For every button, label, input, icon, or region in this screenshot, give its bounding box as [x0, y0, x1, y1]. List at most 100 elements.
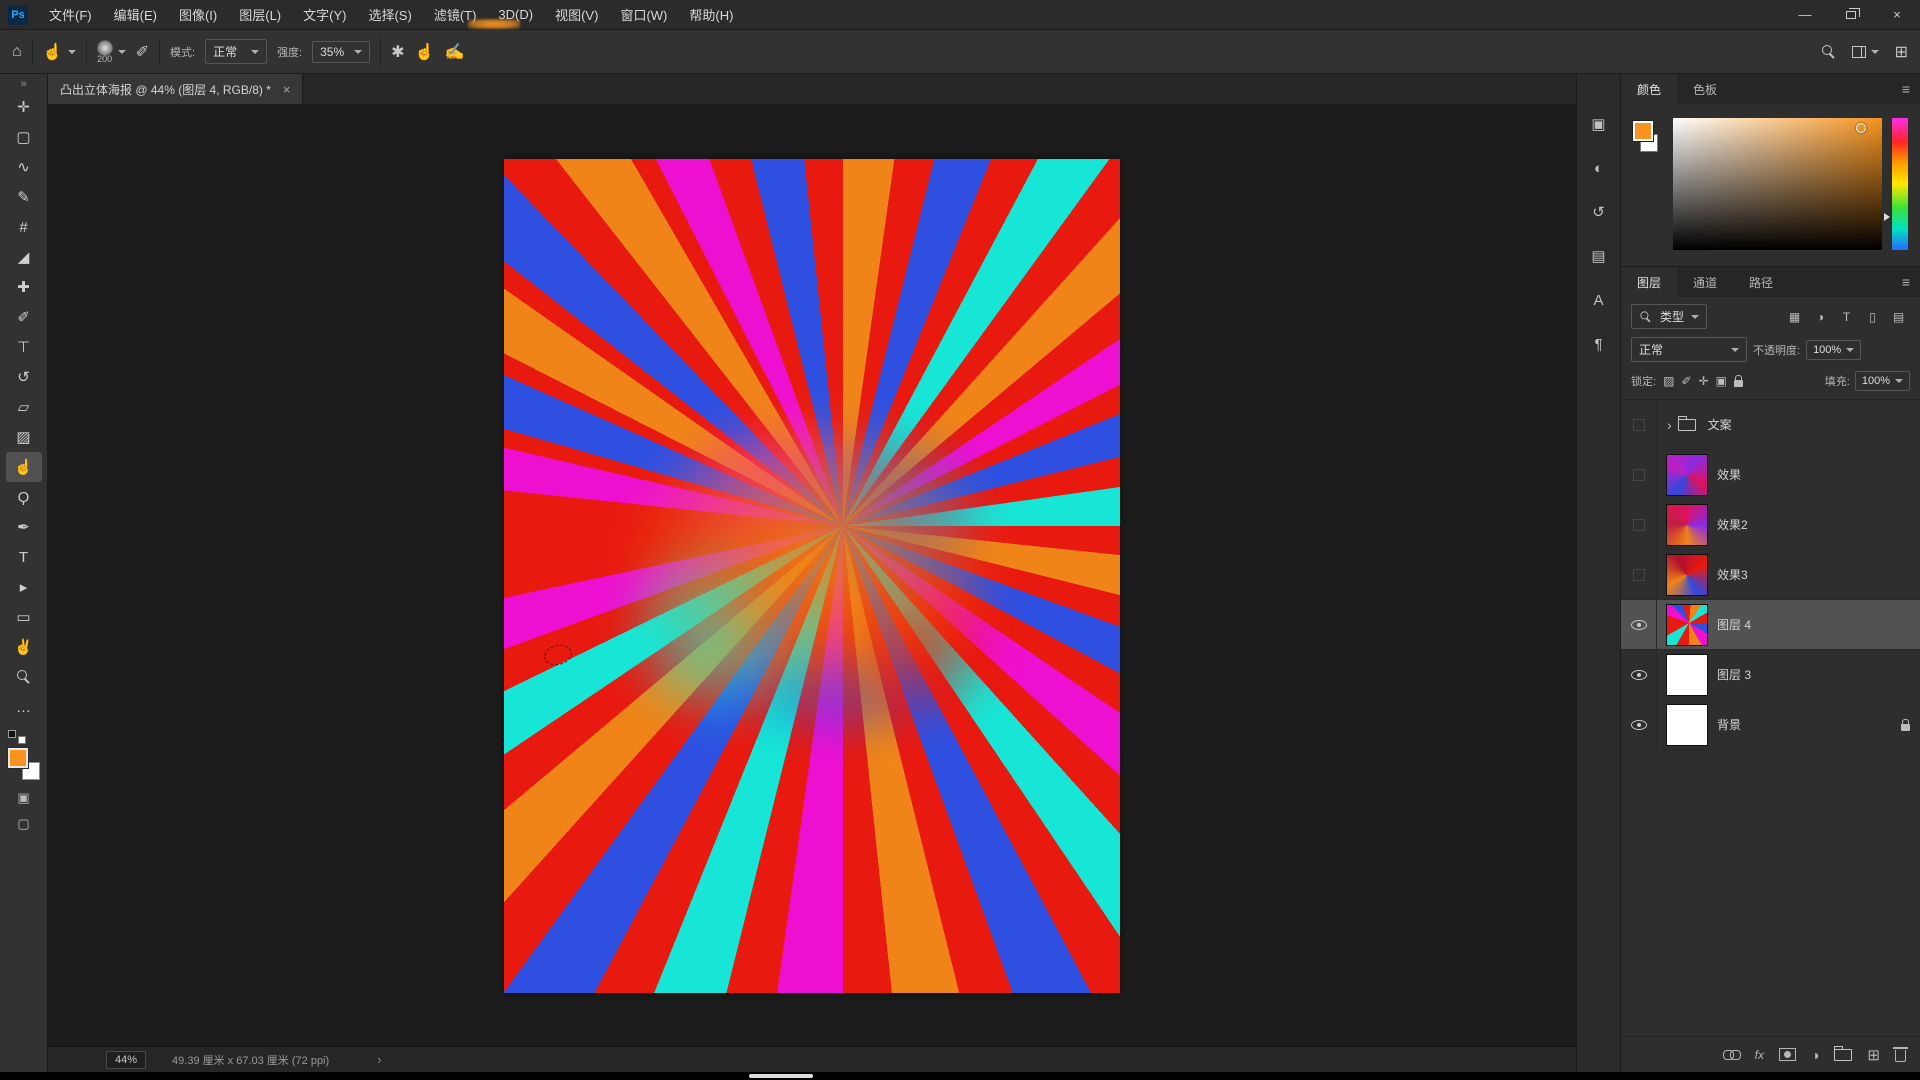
- marquee-tool[interactable]: ▢: [6, 122, 42, 152]
- color-picker-marker[interactable]: [1856, 123, 1866, 133]
- pen-tool[interactable]: ✒: [6, 512, 42, 542]
- group-expand-icon[interactable]: ›: [1667, 417, 1672, 433]
- brush-tool[interactable]: ✐: [6, 302, 42, 332]
- layer-row[interactable]: 效果2: [1621, 500, 1920, 550]
- layer-thumbnail[interactable]: [1667, 704, 1707, 745]
- visibility-toggle[interactable]: [1621, 450, 1657, 499]
- zoom-tool[interactable]: [6, 662, 42, 692]
- actions-panel-icon[interactable]: ▤: [1577, 234, 1620, 278]
- lasso-tool[interactable]: ∿: [6, 152, 42, 182]
- canvas[interactable]: [48, 104, 1576, 1046]
- tab-close-icon[interactable]: ×: [283, 82, 291, 97]
- shape-tool[interactable]: ▭: [6, 602, 42, 632]
- smudge-tool[interactable]: ☝: [5, 452, 42, 482]
- adjustments-panel-icon[interactable]: ◐: [1577, 146, 1620, 190]
- panel-menu-icon[interactable]: ≡: [1902, 74, 1920, 104]
- scrollbar-thumb[interactable]: [748, 1074, 813, 1078]
- history-brush-tool[interactable]: ↺: [6, 362, 42, 392]
- visibility-toggle[interactable]: [1621, 400, 1657, 449]
- quick-selection-tool[interactable]: ✎: [6, 182, 42, 212]
- saturation-brightness-field[interactable]: [1673, 118, 1882, 250]
- toolbar-collapse-icon[interactable]: »: [20, 76, 26, 92]
- crop-tool[interactable]: #: [6, 212, 42, 242]
- layer-thumbnail[interactable]: [1667, 604, 1707, 645]
- filter-pixel-icon[interactable]: ▦: [1783, 307, 1806, 327]
- menu-edit[interactable]: 编辑(E): [103, 0, 168, 29]
- menu-image[interactable]: 图像(I): [168, 0, 228, 29]
- search-icon[interactable]: [1821, 44, 1836, 59]
- menu-type[interactable]: 文字(Y): [292, 0, 357, 29]
- menu-file[interactable]: 文件(F): [38, 0, 103, 29]
- minimize-button[interactable]: —: [1782, 0, 1828, 29]
- lock-all-icon[interactable]: [1733, 375, 1743, 387]
- eraser-tool[interactable]: ▱: [6, 392, 42, 422]
- visibility-toggle[interactable]: [1621, 700, 1657, 749]
- screen-mode-icon[interactable]: ▢: [17, 816, 29, 832]
- layer-row-background[interactable]: 背景: [1621, 700, 1920, 750]
- layer-row[interactable]: 图层 3: [1621, 650, 1920, 700]
- gradient-tool[interactable]: ▨: [6, 422, 42, 452]
- foreground-background-swatches[interactable]: [6, 747, 40, 780]
- layer-style-icon[interactable]: fx: [1755, 1048, 1764, 1062]
- brush-settings-panel-icon[interactable]: ✐: [136, 42, 149, 62]
- status-chevron-icon[interactable]: ›: [377, 1052, 381, 1067]
- hue-slider-marker[interactable]: [1884, 213, 1890, 222]
- eyedropper-tool[interactable]: ◢: [6, 242, 42, 272]
- visibility-toggle[interactable]: [1621, 550, 1657, 599]
- document-image[interactable]: [504, 159, 1120, 993]
- visibility-toggle[interactable]: [1621, 500, 1657, 549]
- fill-select[interactable]: 100%: [1854, 371, 1910, 391]
- delete-layer-icon[interactable]: [1893, 1047, 1908, 1062]
- visibility-toggle[interactable]: [1621, 650, 1657, 699]
- lock-transparent-pixels-icon[interactable]: ▨: [1663, 374, 1674, 388]
- visibility-toggle[interactable]: [1621, 600, 1657, 649]
- hand-tool[interactable]: ✌: [6, 632, 42, 662]
- menu-select[interactable]: 选择(S): [357, 0, 422, 29]
- properties-panel-icon[interactable]: ▣: [1577, 102, 1620, 146]
- adjustment-layer-icon[interactable]: ◑: [1811, 1047, 1819, 1063]
- sample-all-layers-icon[interactable]: ✱: [391, 42, 404, 62]
- panel-menu-icon[interactable]: ≡: [1902, 267, 1920, 297]
- character-panel-icon[interactable]: A: [1577, 278, 1620, 322]
- arrange-documents-icon[interactable]: ⊞: [1895, 42, 1908, 62]
- document-tab[interactable]: 凸出立体海报 @ 44% (图层 4, RGB/8) * ×: [48, 74, 304, 104]
- dodge-tool[interactable]: Ϙ: [6, 482, 42, 512]
- color-swatches-widget[interactable]: [1631, 118, 1663, 250]
- layer-thumbnail[interactable]: [1667, 504, 1707, 545]
- menu-view[interactable]: 视图(V): [544, 0, 609, 29]
- history-panel-icon[interactable]: ↺: [1577, 190, 1620, 234]
- layer-row-selected[interactable]: 图层 4: [1621, 600, 1920, 650]
- blend-mode-select[interactable]: 正常: [205, 39, 268, 64]
- tab-layers[interactable]: 图层: [1621, 267, 1678, 297]
- lock-artboard-icon[interactable]: ▣: [1716, 374, 1727, 388]
- link-layers-icon[interactable]: [1722, 1050, 1741, 1060]
- type-tool[interactable]: T: [6, 542, 42, 572]
- lock-position-icon[interactable]: ✛: [1698, 374, 1708, 388]
- layer-filter-select[interactable]: 类型: [1631, 304, 1708, 329]
- move-tool[interactable]: ✛: [6, 92, 42, 122]
- opacity-select[interactable]: 100%: [1806, 339, 1862, 360]
- clone-stamp-tool[interactable]: ⊤: [6, 332, 42, 362]
- menu-layer[interactable]: 图层(L): [228, 0, 292, 29]
- menu-help[interactable]: 帮助(H): [678, 0, 744, 29]
- brush-preset-picker[interactable]: 200: [96, 39, 126, 64]
- tab-channels[interactable]: 通道: [1677, 267, 1733, 297]
- new-group-icon[interactable]: [1834, 1045, 1853, 1061]
- strength-select[interactable]: 35%: [312, 40, 371, 63]
- more-tools[interactable]: …: [6, 692, 42, 722]
- path-selection-tool[interactable]: ▸: [6, 572, 42, 602]
- new-layer-icon[interactable]: ⊞: [1867, 1046, 1880, 1064]
- tab-paths[interactable]: 路径: [1733, 267, 1789, 297]
- tool-preset-picker[interactable]: ☝: [43, 42, 76, 62]
- menu-window[interactable]: 窗口(W): [609, 0, 678, 29]
- finger-painting-icon[interactable]: ☝: [415, 42, 435, 62]
- pressure-icon[interactable]: ✍: [444, 42, 464, 62]
- add-mask-icon[interactable]: [1778, 1048, 1796, 1061]
- layer-thumbnail[interactable]: [1667, 454, 1707, 495]
- quick-mask-icon[interactable]: ▣: [17, 790, 29, 806]
- filter-shape-icon[interactable]: ▯: [1861, 307, 1884, 327]
- layer-blend-mode-select[interactable]: 正常: [1631, 337, 1747, 362]
- layer-thumbnail[interactable]: [1667, 554, 1707, 595]
- foreground-color-swatch[interactable]: [6, 747, 29, 769]
- default-colors-icon[interactable]: [8, 730, 26, 744]
